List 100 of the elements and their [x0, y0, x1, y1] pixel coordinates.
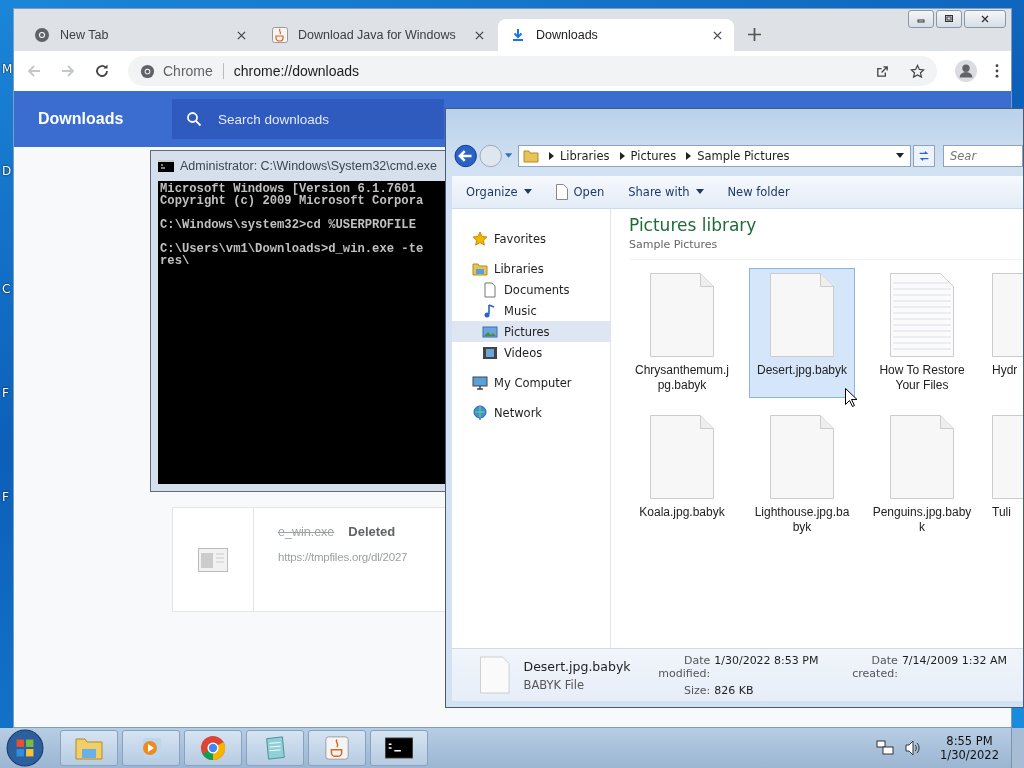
taskbar-button[interactable]: [370, 730, 428, 766]
url-text: chrome://downloads: [233, 63, 360, 79]
toolbar-button[interactable]: Open: [555, 184, 605, 200]
file-item[interactable]: Lighthouse.jpg.babyk: [749, 410, 855, 540]
file-item[interactable]: Tuli: [989, 410, 1023, 540]
address-bar[interactable]: Chrome chrome://downloads: [128, 56, 937, 86]
dropdown-arrow-icon: [695, 189, 704, 195]
blank-file-icon: [480, 655, 510, 695]
desktop-icon-label[interactable]: D: [2, 164, 12, 178]
file-item[interactable]: Koala.jpg.babyk: [629, 410, 735, 540]
close-icon[interactable]: [475, 30, 484, 40]
java-cup-icon: [272, 27, 288, 43]
clock-time[interactable]: 8:55 PM: [946, 734, 993, 748]
refresh-button[interactable]: [913, 145, 935, 167]
search-icon: [186, 111, 202, 127]
close-icon[interactable]: [713, 30, 722, 40]
library-subtitle: Sample Pictures: [629, 238, 1023, 260]
text-document-icon: [890, 273, 954, 357]
desktop-icon-label[interactable]: M: [2, 62, 13, 76]
window-caption-buttons[interactable]: [908, 10, 1006, 28]
property-label: Date modified:: [657, 653, 711, 680]
film-icon: [482, 344, 498, 361]
document-icon: [482, 281, 498, 298]
console-line: Microsoft Windows [Version 6.1.7601: [160, 183, 416, 195]
close-icon[interactable]: [980, 14, 990, 24]
dropdown-arrow-icon: [523, 189, 532, 195]
volume-icon[interactable]: [904, 739, 923, 757]
network-icon[interactable]: [876, 739, 895, 757]
file-item[interactable]: Desert.jpg.babyk: [749, 268, 855, 398]
bookmark-star-icon[interactable]: [910, 63, 925, 79]
folder-icon: [75, 735, 103, 761]
site-label: Chrome: [163, 63, 213, 79]
breadcrumb[interactable]: Sample Pictures: [697, 149, 790, 163]
chrome-logo-icon: [140, 63, 155, 79]
share-icon[interactable]: [875, 63, 890, 79]
search-field[interactable]: Sear: [943, 145, 1023, 167]
console-line: res\: [160, 255, 191, 267]
library-folder-icon: [472, 260, 488, 277]
chevron-icon[interactable]: [686, 152, 692, 160]
browser-tab[interactable]: Download Java for Windows: [260, 19, 496, 51]
blank-file-icon: [770, 415, 834, 499]
new-tab-icon[interactable]: [748, 28, 761, 41]
star-icon: [472, 230, 488, 247]
console-icon: [385, 735, 413, 761]
nav-item[interactable]: Videos: [452, 342, 610, 363]
download-status: Deleted: [348, 524, 396, 539]
document-icon: [555, 184, 568, 200]
blank-file-icon: [650, 273, 714, 357]
computer-icon: [472, 374, 488, 391]
breadcrumb[interactable]: Pictures: [630, 149, 677, 163]
library-title: Pictures library: [629, 215, 758, 235]
console-line: C:\Windows\system32>cd %USERPROFILE: [160, 219, 417, 231]
blank-file-icon: [770, 273, 834, 357]
close-icon[interactable]: [237, 30, 246, 40]
nav-item[interactable]: My Computer: [452, 372, 610, 393]
property-label: Size:: [682, 683, 711, 697]
chevron-icon[interactable]: [619, 152, 625, 160]
browser-tab[interactable]: Downloads: [498, 19, 734, 51]
console-line: C:\Users\vm1\Downloads>d_win.exe -te: [160, 243, 425, 255]
clock-date[interactable]: 1/30/2022: [940, 748, 999, 762]
desktop-icon-label[interactable]: F: [2, 490, 9, 504]
file-type: BABYK File: [523, 677, 585, 692]
breadcrumb[interactable]: Libraries: [559, 149, 610, 163]
property-value: 1/30/2022 8:53 PM: [714, 653, 819, 669]
toolbar-button[interactable]: Share with: [628, 185, 704, 199]
desktop-icon-label[interactable]: C: [2, 282, 11, 296]
window-title: Administrator: C:\Windows\System32\cmd.exe: [180, 159, 438, 173]
nav-item[interactable]: Network: [452, 402, 610, 423]
nav-item[interactable]: Pictures: [452, 321, 610, 342]
nav-item[interactable]: Documents: [452, 279, 610, 300]
file-item[interactable]: How To Restore Your Files: [869, 268, 975, 398]
profile-avatar-icon[interactable]: [955, 60, 977, 82]
network-globe-icon: [472, 404, 488, 421]
nav-item[interactable]: Music: [452, 300, 610, 321]
maximize-icon[interactable]: [944, 14, 954, 24]
file-item[interactable]: Hydr: [989, 268, 1023, 398]
toolbar-button[interactable]: Organize: [466, 185, 532, 199]
console-icon: [158, 160, 174, 172]
file-item[interactable]: Penguins.jpg.babyk: [869, 410, 975, 540]
java-cup-icon: [323, 735, 351, 761]
menu-icon[interactable]: [995, 64, 999, 78]
dropdown-arrow-icon[interactable]: [896, 153, 905, 159]
start-button[interactable]: [6, 729, 44, 767]
reload-icon[interactable]: [94, 63, 110, 79]
blank-file-icon: [890, 415, 954, 499]
property-value: 826 KB: [714, 683, 755, 697]
chrome-logo-icon: [199, 735, 227, 761]
address-bar[interactable]: Libraries Pictures Sample Pictures: [517, 145, 912, 167]
nav-item[interactable]: Libraries: [452, 258, 610, 279]
page-title: Downloads: [37, 110, 125, 128]
download-icon: [510, 27, 526, 43]
toolbar-button[interactable]: New folder: [727, 185, 790, 199]
search-field[interactable]: Search downloads: [172, 99, 444, 139]
chevron-icon[interactable]: [548, 152, 554, 160]
blank-file-icon: [650, 415, 714, 499]
browser-tab[interactable]: New Tab: [22, 19, 258, 51]
nav-item[interactable]: Favorites: [452, 228, 610, 249]
desktop-icon-label[interactable]: F: [2, 386, 9, 400]
file-item[interactable]: Chrysanthemum.jpg.babyk: [629, 268, 735, 398]
image-icon: [482, 323, 498, 340]
